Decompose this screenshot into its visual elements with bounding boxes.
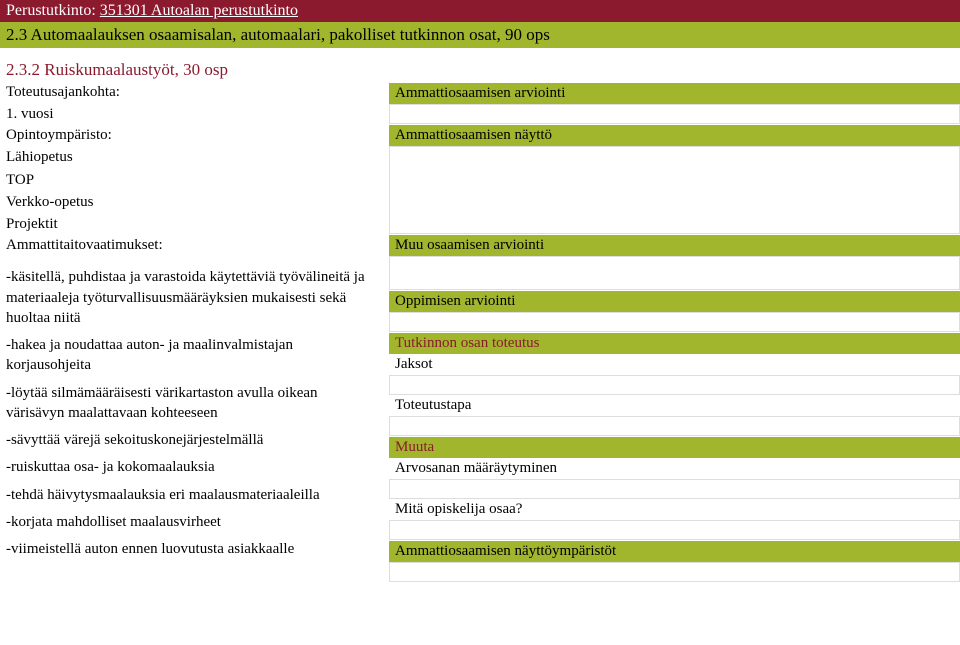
empty-cell <box>389 256 960 290</box>
empty-cell <box>389 312 960 332</box>
assessment-heading: Ammattiosaamisen arviointi <box>389 83 960 104</box>
env-label: Opintoympäristo: <box>0 125 379 146</box>
grading-label: Arvosanan määräytyminen <box>389 458 960 479</box>
schedule-label: Toteutusajankohta: <box>0 82 379 103</box>
empty-cell <box>389 104 960 124</box>
left-column: Toteutusajankohta: 1. vuosi Opintoympäri… <box>0 82 385 565</box>
env-item: Verkko-opetus <box>0 191 379 213</box>
demo-heading: Ammattiosaamisen näyttö <box>389 125 960 146</box>
empty-cell <box>389 479 960 499</box>
right-column: Ammattiosaamisen arviointi Ammattiosaami… <box>385 82 960 582</box>
empty-cell <box>389 146 960 234</box>
requirement-item: -ruiskuttaa osa- ja kokomaalauksia <box>0 456 379 483</box>
requirement-item: -käsitellä, puhdistaa ja varastoida käyt… <box>0 266 379 334</box>
unit-impl-heading: Tutkinnon osan toteutus <box>389 333 960 354</box>
schedule-value: 1. vuosi <box>0 103 379 125</box>
env-item: Lähiopetus <box>0 146 379 168</box>
empty-cell <box>389 562 960 582</box>
page-title: Perustutkinto: 351301 Autoalan perustutk… <box>0 0 960 22</box>
requirement-item: -löytää silmämääräisesti värikartaston a… <box>0 382 379 430</box>
requirement-item: -sävyttää värejä sekoituskonejärjestelmä… <box>0 429 379 456</box>
page-subtitle: 2.3 Automaalauksen osaamisalan, automaal… <box>0 22 960 48</box>
empty-cell <box>389 375 960 395</box>
section-heading: 2.3.2 Ruiskumaalaustyöt, 30 osp <box>0 58 960 82</box>
title-code: 351301 Autoalan perustutkinto <box>100 2 298 19</box>
empty-cell <box>389 520 960 540</box>
other-heading: Muuta <box>389 437 960 458</box>
requirement-item: -viimeistellä auton ennen luovutusta asi… <box>0 538 379 565</box>
requirements-label: Ammattitaitovaatimukset: <box>0 235 379 256</box>
periods-label: Jaksot <box>389 354 960 375</box>
other-assessment-heading: Muu osaamisen arviointi <box>389 235 960 256</box>
demo-envs-heading: Ammattiosaamisen näyttöympäristöt <box>389 541 960 562</box>
requirement-item: -hakea ja noudattaa auton- ja maalinvalm… <box>0 334 379 382</box>
method-label: Toteutustapa <box>389 395 960 416</box>
what-learns-label: Mitä opiskelija osaa? <box>389 499 960 520</box>
env-item: TOP <box>0 169 379 191</box>
empty-cell <box>389 416 960 436</box>
requirement-item: -korjata mahdolliset maalausvirheet <box>0 511 379 538</box>
env-item: Projektit <box>0 213 379 235</box>
learning-assessment-heading: Oppimisen arviointi <box>389 291 960 312</box>
requirement-item: -tehdä häivytysmaalauksia eri maalausmat… <box>0 484 379 511</box>
title-prefix: Perustutkinto: <box>6 2 96 19</box>
